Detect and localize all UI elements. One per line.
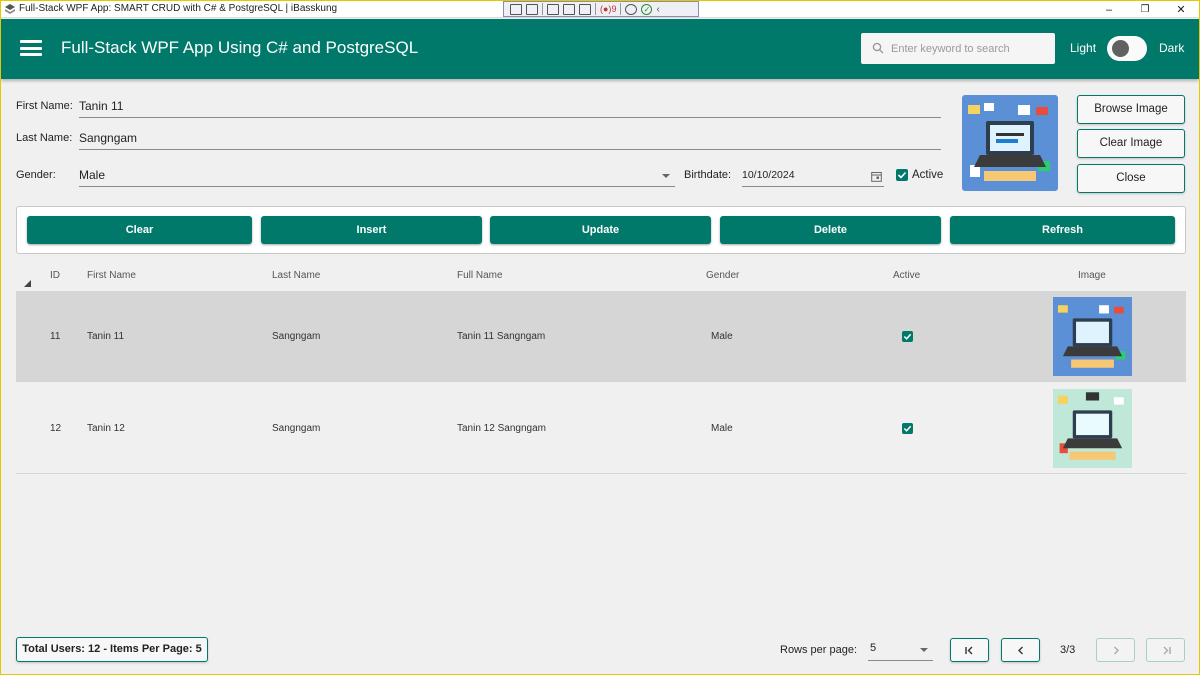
column-header-full-name[interactable]: Full Name (457, 270, 503, 281)
birthdate-picker[interactable]: 10/10/2024 (742, 165, 884, 187)
delete-button[interactable]: Delete (720, 216, 941, 244)
cell-last-name: Sangngam (272, 423, 321, 434)
next-page-button[interactable] (1096, 638, 1135, 662)
select-element-icon[interactable] (510, 3, 522, 15)
toolbar-divider (620, 3, 622, 15)
checkmark-status-icon[interactable]: ✓ (641, 3, 653, 15)
cell-id: 12 (50, 423, 62, 434)
gender-selected-value: Male (79, 168, 106, 182)
last-name-label: Last Name: (16, 132, 73, 144)
last-name-field[interactable]: Sangngam (79, 128, 941, 150)
toggle-knob (1112, 40, 1129, 57)
cell-first-name: Tanin 11 (87, 331, 125, 342)
gender-select[interactable]: Male (79, 165, 675, 187)
column-header-id[interactable]: ID (50, 270, 60, 281)
column-header-image[interactable]: Image (1078, 270, 1106, 281)
app-header: Full-Stack WPF App Using C# and PostgreS… (1, 19, 1199, 79)
column-header-active[interactable]: Active (893, 270, 920, 281)
rows-per-page-select[interactable]: 5 (868, 638, 933, 661)
xaml-debug-toolbar: (●)9 ✓ ‹ (503, 1, 699, 17)
clear-button[interactable]: Clear (27, 216, 252, 244)
next-page-icon (1114, 646, 1119, 655)
adorner-icon[interactable] (563, 3, 575, 15)
prev-page-icon (1018, 646, 1023, 655)
total-users-summary: Total Users: 12 - Items Per Page: 5 (16, 637, 208, 662)
theme-toggle[interactable] (1107, 36, 1147, 61)
previous-page-button[interactable] (1001, 638, 1040, 662)
app-window: Full-Stack WPF App: SMART CRUD with C# &… (0, 0, 1200, 675)
refresh-button[interactable]: Refresh (950, 216, 1175, 244)
search-input[interactable] (891, 39, 1049, 58)
column-header-gender[interactable]: Gender (706, 270, 739, 281)
column-header-last-name[interactable]: Last Name (272, 270, 320, 281)
insert-button[interactable]: Insert (261, 216, 482, 244)
binding-failures-count[interactable]: (●)9 (600, 4, 616, 14)
last-page-button[interactable] (1146, 638, 1185, 662)
dropdown-arrow-icon (920, 648, 928, 652)
app-icon (5, 4, 15, 14)
toolbar-divider (542, 3, 543, 15)
clear-image-button[interactable]: Clear Image (1077, 129, 1185, 158)
action-panel: Clear Insert Update Delete Refresh (16, 206, 1186, 254)
cell-first-name: Tanin 12 (87, 423, 125, 434)
toolbar-divider (595, 3, 596, 15)
cell-gender: Male (711, 331, 733, 342)
first-page-button[interactable] (950, 638, 989, 662)
minimize-button[interactable]: – (1091, 1, 1127, 18)
accessibility-icon[interactable] (625, 3, 638, 15)
theme-dark-label: Dark (1159, 41, 1185, 55)
rows-per-page-value: 5 (870, 642, 877, 654)
cell-full-name: Tanin 12 Sangngam (457, 423, 546, 434)
last-page-icon (1163, 646, 1171, 655)
table-row[interactable]: 11 Tanin 11 Sangngam Tanin 11 Sangngam M… (16, 291, 1186, 382)
gender-label: Gender: (16, 169, 56, 181)
hamburger-menu-icon[interactable] (20, 40, 42, 56)
first-name-field[interactable]: Tanin 11 (79, 96, 941, 118)
maximize-button[interactable]: ❐ (1127, 1, 1163, 18)
dropdown-arrow-icon (662, 174, 670, 178)
cell-image-thumbnail (1053, 389, 1132, 468)
first-name-label: First Name: (16, 100, 73, 112)
close-button[interactable]: Close (1077, 164, 1185, 193)
cell-image-thumbnail (1053, 297, 1132, 376)
profile-image-preview (962, 95, 1058, 191)
cell-last-name: Sangngam (272, 331, 321, 342)
cell-gender: Male (711, 423, 733, 434)
rows-per-page-label: Rows per page: (780, 644, 858, 656)
window-titlebar[interactable]: Full-Stack WPF App: SMART CRUD with C# &… (1, 1, 1199, 18)
cell-active-checkbox[interactable] (902, 423, 913, 434)
column-header-first-name[interactable]: First Name (87, 270, 136, 281)
browse-image-button[interactable]: Browse Image (1077, 95, 1185, 124)
birthdate-value: 10/10/2024 (742, 169, 795, 181)
cell-id: 11 (50, 331, 61, 342)
table-row[interactable]: 12 Tanin 12 Sangngam Tanin 12 Sangngam M… (16, 383, 1186, 474)
search-box[interactable] (861, 33, 1055, 64)
record-icon[interactable] (526, 3, 538, 15)
layout-icon[interactable] (579, 3, 591, 15)
window-title: Full-Stack WPF App: SMART CRUD with C# &… (19, 3, 338, 14)
cell-full-name: Tanin 11 Sangngam (457, 331, 546, 342)
theme-light-label: Light (1070, 41, 1097, 55)
cursor-icon[interactable] (547, 3, 559, 15)
active-checkbox[interactable] (896, 169, 908, 181)
collapse-chevron-icon[interactable]: ‹ (656, 4, 659, 15)
active-label: Active (912, 169, 944, 181)
update-button[interactable]: Update (490, 216, 711, 244)
search-icon (872, 42, 884, 54)
close-window-button[interactable]: ✕ (1163, 1, 1199, 18)
check-icon (903, 425, 912, 432)
select-all-corner-icon[interactable] (24, 280, 31, 287)
calendar-icon[interactable] (871, 171, 882, 182)
birthdate-label: Birthdate: (684, 169, 732, 181)
page-indicator: 3/3 (1060, 644, 1076, 656)
check-icon (903, 333, 912, 340)
page-title: Full-Stack WPF App Using C# and PostgreS… (61, 38, 419, 57)
cell-active-checkbox[interactable] (902, 331, 913, 342)
first-page-icon (965, 646, 973, 655)
check-icon (897, 171, 907, 179)
